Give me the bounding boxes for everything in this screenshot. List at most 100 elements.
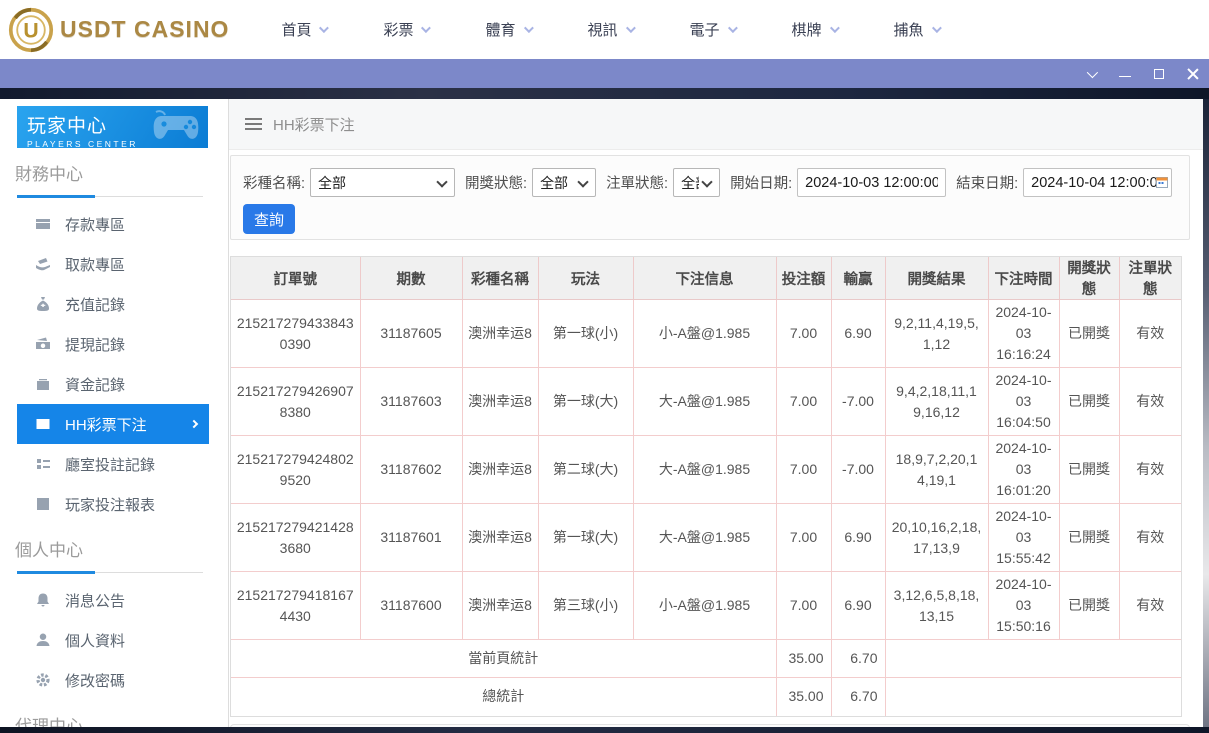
summary-bet-total: 35.00 xyxy=(776,678,831,716)
cell-order-no: 2152172794181674430 xyxy=(231,572,360,640)
sidebar-item-withdraw[interactable]: 取款專區 xyxy=(17,244,209,284)
sidebar-item-announcements[interactable]: 消息公告 xyxy=(17,580,209,620)
cell-period: 31187601 xyxy=(360,504,462,572)
cell-bet-info: 大-A盤@1.985 xyxy=(633,504,776,572)
cell-bet-time: 2024-10-03 16:16:24 xyxy=(988,300,1059,368)
chevron-right-icon xyxy=(190,420,198,428)
cell-order-status: 有效 xyxy=(1119,504,1181,572)
summary-empty xyxy=(885,678,1181,716)
nav-label: 棋牌 xyxy=(792,19,822,40)
window-chevron-down-icon[interactable] xyxy=(1084,67,1097,80)
cell-play-type: 第三球(小) xyxy=(538,572,633,640)
sidebar-item-funds-record[interactable]: 資金記錄 xyxy=(17,364,209,404)
summary-row-total: 總統計 35.00 6.70 xyxy=(231,678,1181,716)
nav-item-live[interactable]: 視訊 xyxy=(588,19,633,40)
sidebar-item-hh-lottery-bets[interactable]: HH彩票下注 xyxy=(17,404,209,444)
cell-bet-info: 小-A盤@1.985 xyxy=(633,572,776,640)
window-minimize-icon[interactable] xyxy=(1118,67,1131,80)
cell-bet-time: 2024-10-03 15:50:16 xyxy=(988,572,1059,640)
draw-status-select[interactable]: 全部 xyxy=(532,168,596,197)
sidebar-item-label: 玩家投注報表 xyxy=(65,494,155,515)
sidebar-item-recharge-record[interactable]: 充值記錄 xyxy=(17,284,209,324)
chevron-down-icon xyxy=(727,23,737,33)
col-header-play-type: 玩法 xyxy=(538,257,633,300)
sidebar: 玩家中心 PLAYERS CENTER 財務中心 存款專區 xyxy=(0,99,229,733)
window-close-icon[interactable] xyxy=(1186,67,1199,80)
start-date-input[interactable] xyxy=(797,168,946,197)
cell-period: 31187603 xyxy=(360,368,462,436)
gear-icon xyxy=(35,672,51,688)
sidebar-item-deposit[interactable]: 存款專區 xyxy=(17,204,209,244)
sidebar-item-hall-bet-record[interactable]: 廳室投註記錄 xyxy=(17,444,209,484)
cell-order-no: 2152172794338430390 xyxy=(231,300,360,368)
cell-draw-result: 9,2,11,4,19,5,1,12 xyxy=(885,300,988,368)
query-button[interactable]: 查詢 xyxy=(243,204,295,234)
nav-label: 視訊 xyxy=(588,19,618,40)
summary-label: 當前頁統計 xyxy=(231,640,776,678)
table-row[interactable]: 2152172794269078380 31187603 澳洲幸运8 第一球(大… xyxy=(231,368,1181,436)
cell-order-no: 2152172794269078380 xyxy=(231,368,360,436)
lottery-name-select[interactable]: 全部 xyxy=(310,168,455,197)
table-row[interactable]: 2152172794338430390 31187605 澳洲幸运8 第一球(小… xyxy=(231,300,1181,368)
cell-play-type: 第二球(大) xyxy=(538,436,633,504)
cell-bet-amount: 7.00 xyxy=(776,300,831,368)
cell-bet-amount: 7.00 xyxy=(776,436,831,504)
section-title-finance: 財務中心 xyxy=(15,160,205,197)
end-date-label: 結束日期: xyxy=(956,172,1018,193)
nav-item-slots[interactable]: 電子 xyxy=(690,19,735,40)
table-row[interactable]: 2152172794214283680 31187601 澳洲幸运8 第一球(大… xyxy=(231,504,1181,572)
table-body: 2152172794338430390 31187605 澳洲幸运8 第一球(小… xyxy=(231,300,1181,640)
chevron-down-icon xyxy=(830,23,840,33)
sidebar-item-player-report[interactable]: 玩家投注報表 xyxy=(17,484,209,524)
nav-item-cards[interactable]: 棋牌 xyxy=(792,19,837,40)
cell-lottery-name: 澳洲幸运8 xyxy=(462,436,538,504)
cell-play-type: 第一球(小) xyxy=(538,300,633,368)
end-date-input[interactable] xyxy=(1023,168,1172,197)
window-titlebar xyxy=(0,59,1209,88)
sidebar-item-withdrawal-record[interactable]: 提現記錄 xyxy=(17,324,209,364)
sidebar-item-profile[interactable]: 個人資料 xyxy=(17,620,209,660)
withdraw-hand-icon xyxy=(35,256,51,272)
cell-period: 31187602 xyxy=(360,436,462,504)
withdrawal-record-icon xyxy=(35,336,51,352)
cell-order-status: 有效 xyxy=(1119,300,1181,368)
table-row[interactable]: 2152172794181674430 31187600 澳洲幸运8 第三球(小… xyxy=(231,572,1181,640)
logo[interactable]: U USDT CASINO xyxy=(8,7,229,53)
main-content: HH彩票下注 彩種名稱: 全部 開獎狀態: 全部 注單狀態: 全部 開始日期: … xyxy=(229,99,1203,733)
table-header: 訂單號 期數 彩種名稱 玩法 下注信息 投注額 輸贏 開獎結果 下注時間 開獎狀… xyxy=(231,257,1181,300)
background-strip-bottom xyxy=(0,727,1209,733)
order-status-select[interactable]: 全部 xyxy=(673,168,720,197)
draw-status-label: 開獎狀態: xyxy=(465,172,527,193)
col-header-lottery-name: 彩種名稱 xyxy=(462,257,538,300)
cell-win-loss: 6.90 xyxy=(831,300,885,368)
cell-bet-info: 小-A盤@1.985 xyxy=(633,300,776,368)
bets-table: 訂單號 期數 彩種名稱 玩法 下注信息 投注額 輸贏 開獎結果 下注時間 開獎狀… xyxy=(230,256,1182,717)
hamburger-icon[interactable] xyxy=(245,123,262,125)
svg-text:U: U xyxy=(23,19,38,42)
sidebar-item-label: 充值記錄 xyxy=(65,294,125,315)
col-header-bet-amount: 投注額 xyxy=(776,257,831,300)
nav-item-fishing[interactable]: 捕魚 xyxy=(894,19,939,40)
sidebar-section-personal: 個人中心 消息公告 個人資料 修改密碼 xyxy=(0,536,228,700)
sidebar-item-change-password[interactable]: 修改密碼 xyxy=(17,660,209,700)
calendar-icon[interactable] xyxy=(1156,176,1168,188)
logo-coin-icon: U xyxy=(8,7,54,53)
cell-draw-status: 已開獎 xyxy=(1059,572,1119,640)
summary-win-loss-total: 6.70 xyxy=(831,678,885,716)
background-strip-top xyxy=(0,88,1209,99)
cell-bet-amount: 7.00 xyxy=(776,572,831,640)
nav-item-home[interactable]: 首頁 xyxy=(281,19,326,40)
logo-text: USDT CASINO xyxy=(60,16,229,43)
cell-bet-info: 大-A盤@1.985 xyxy=(633,368,776,436)
col-header-bet-info: 下注信息 xyxy=(633,257,776,300)
nav-item-sports[interactable]: 體育 xyxy=(485,19,530,40)
cell-lottery-name: 澳洲幸运8 xyxy=(462,368,538,436)
nav-item-lottery[interactable]: 彩票 xyxy=(383,19,428,40)
recharge-bag-icon xyxy=(35,296,51,312)
cell-order-status: 有效 xyxy=(1119,368,1181,436)
start-date-label: 開始日期: xyxy=(730,172,792,193)
table-row[interactable]: 2152172794248029520 31187602 澳洲幸运8 第二球(大… xyxy=(231,436,1181,504)
window-maximize-icon[interactable] xyxy=(1152,67,1165,80)
summary-bet-total: 35.00 xyxy=(776,640,831,678)
cell-draw-status: 已開獎 xyxy=(1059,436,1119,504)
